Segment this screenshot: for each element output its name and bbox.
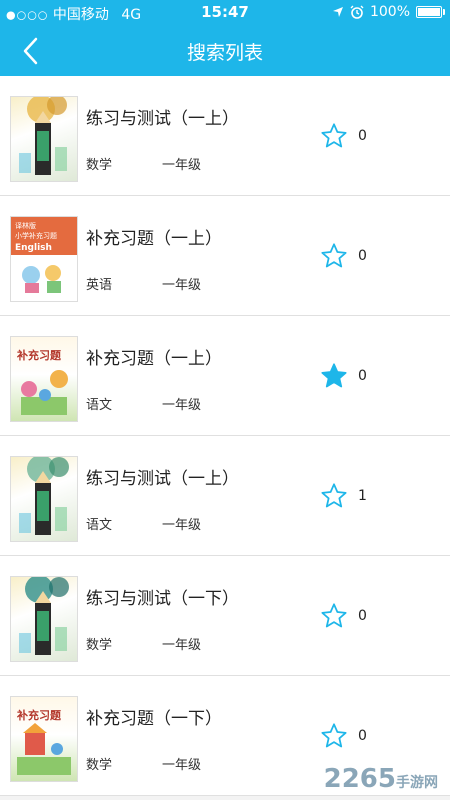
svg-text:小学补充习题: 小学补充习题: [15, 231, 57, 240]
star-outline-icon[interactable]: [320, 482, 348, 510]
book-cover-image: 补充习题: [10, 336, 78, 422]
watermark-logo: 2265手游网: [324, 764, 438, 794]
book-list: 练习与测试（一上） 数学 一年级 0 译林版 小学补充习题 English 补充…: [0, 76, 450, 796]
favorite-count: 1: [358, 488, 367, 504]
svg-text:补充习题: 补充习题: [16, 708, 62, 722]
star-filled-icon[interactable]: [320, 362, 348, 390]
svg-text:补充习题: 补充习题: [16, 348, 62, 362]
book-title: 补充习题（一上）: [86, 229, 222, 249]
list-item[interactable]: 译林版 小学补充习题 English 补充习题（一上） 英语 一年级 0: [0, 196, 450, 316]
grade-label: 一年级: [162, 758, 202, 773]
subject-label: 语文: [86, 518, 113, 533]
book-title: 练习与测试（一下）: [86, 589, 239, 609]
status-right: 100%: [332, 4, 445, 20]
subject-label: 语文: [86, 398, 113, 413]
nav-bar: 搜索列表: [0, 26, 450, 76]
location-icon: [332, 7, 343, 17]
watermark-suffix: 手游网: [396, 775, 438, 791]
list-item[interactable]: 补充习题 补充习题（一上） 语文 一年级 0: [0, 316, 450, 436]
subject-label: 数学: [86, 158, 113, 173]
subject-label: 数学: [86, 758, 113, 773]
book-cover-image: 补充习题: [10, 696, 78, 782]
grade-label: 一年级: [162, 638, 202, 653]
book-title: 练习与测试（一上）: [86, 469, 239, 489]
list-item[interactable]: 练习与测试（一下） 数学 一年级 0: [0, 556, 450, 676]
book-cover-image: [10, 96, 78, 182]
book-title: 补充习题（一下）: [86, 709, 222, 729]
favorite-count: 0: [358, 128, 367, 144]
grade-label: 一年级: [162, 158, 202, 173]
favorite-count: 0: [358, 608, 367, 624]
favorite-count: 0: [358, 368, 367, 384]
book-title: 练习与测试（一上）: [86, 109, 239, 129]
svg-text:译林版: 译林版: [15, 221, 36, 230]
grade-label: 一年级: [162, 398, 202, 413]
svg-text:English: English: [15, 243, 52, 253]
star-outline-icon[interactable]: [320, 122, 348, 150]
page-title: 搜索列表: [186, 42, 263, 64]
watermark-brand: 2265: [323, 764, 396, 794]
grade-label: 一年级: [162, 518, 202, 533]
star-outline-icon[interactable]: [320, 722, 348, 750]
list-item[interactable]: 练习与测试（一上） 数学 一年级 0: [0, 76, 450, 196]
list-item[interactable]: 练习与测试（一上） 语文 一年级 1: [0, 436, 450, 556]
favorite-count: 0: [358, 248, 367, 264]
status-bar: ●○○○ 中国移动 4G 15:47 100%: [0, 0, 450, 26]
subject-label: 数学: [86, 638, 113, 653]
battery-icon: [416, 6, 445, 18]
star-outline-icon[interactable]: [320, 602, 348, 630]
subject-label: 英语: [86, 278, 113, 293]
book-cover-image: [10, 576, 78, 662]
book-cover-image: [10, 456, 78, 542]
favorite-count: 0: [358, 728, 367, 744]
book-title: 补充习题（一上）: [86, 349, 222, 369]
alarm-icon: [350, 5, 364, 19]
star-outline-icon[interactable]: [320, 242, 348, 270]
grade-label: 一年级: [162, 278, 202, 293]
battery-percent: 100%: [369, 4, 410, 20]
book-cover-image: 译林版 小学补充习题 English: [10, 216, 78, 302]
app-header: ●○○○ 中国移动 4G 15:47 100% 搜索列表: [0, 0, 450, 76]
